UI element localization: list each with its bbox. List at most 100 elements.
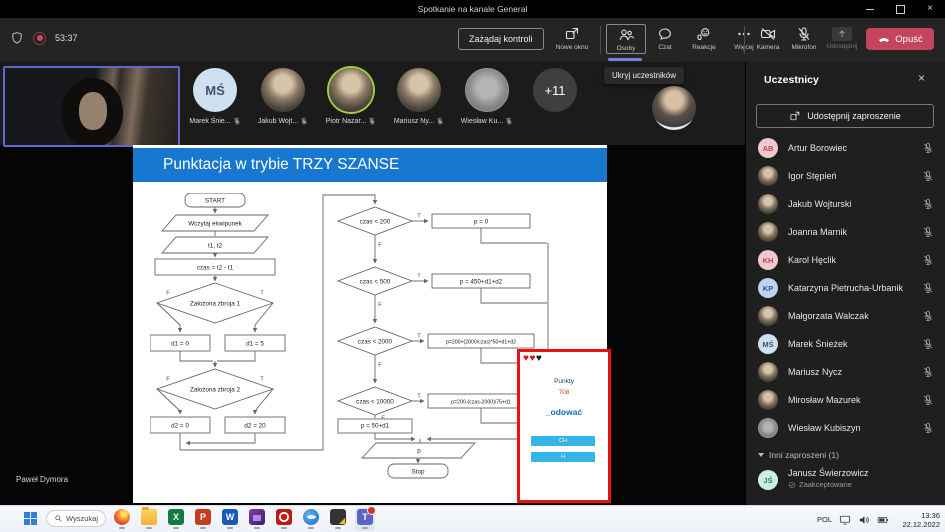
participant-thumbnail-name: Wiesław Ku... [461, 118, 503, 125]
running-indicator [227, 527, 233, 529]
svg-text:p = 50+d1: p = 50+d1 [361, 423, 390, 430]
thumbnail-jakub-wojturski[interactable]: Jakub Wojt... [251, 68, 315, 125]
toolbar-divider [600, 26, 601, 54]
request-control-button[interactable]: Zażądaj kontroli [458, 28, 544, 50]
running-indicator [335, 527, 341, 529]
taskbar-firefox-icon[interactable] [112, 508, 132, 531]
new-window-button[interactable]: Nowe okno [550, 24, 594, 51]
thumbnail-wieslaw-kubiszyn[interactable]: Wiesław Ku... [455, 68, 519, 125]
taskbar-powerpoint-icon[interactable]: P [193, 508, 213, 531]
svg-text:czas < 2000: czas < 2000 [358, 339, 393, 346]
svg-text:Założona zbroja 2: Założona zbroja 2 [190, 387, 241, 394]
people-button[interactable]: Osoby [606, 24, 646, 54]
svg-text:czas < 200: czas < 200 [360, 219, 391, 226]
meeting-stage: MŚ Marek Śnie... Jakub Wojt... [0, 62, 745, 505]
participant-mariusz-nycz[interactable]: Mariusz Nycz [746, 358, 945, 386]
mic-muted-icon [922, 198, 934, 210]
app-icon: X [168, 509, 184, 525]
date: 22.12.2022 [896, 520, 940, 529]
maximize-button[interactable] [885, 0, 915, 18]
taskbar-explorer-icon[interactable] [139, 508, 159, 531]
participant-jakub-wojturski[interactable]: Jakub Wojturski [746, 190, 945, 218]
app-icon: T [357, 509, 373, 525]
taskbar-teams-icon[interactable]: T [355, 508, 375, 531]
svg-text:F: F [378, 303, 382, 309]
taskbar-word-icon[interactable]: W [220, 508, 240, 531]
participant-avatar: JŚ [758, 470, 778, 490]
panel-close-icon[interactable]: × [918, 71, 925, 85]
participant-thumbnails: MŚ Marek Śnie... Jakub Wojt... [183, 68, 587, 125]
share-invite-button[interactable]: Udostępnij zaproszenie [756, 104, 934, 128]
taskbar-thunderbird-icon[interactable] [301, 508, 321, 531]
battery-icon[interactable] [877, 514, 889, 526]
thumbnail-overflow-count[interactable]: +11 [523, 68, 587, 125]
network-icon[interactable] [839, 514, 851, 526]
participant-status: Zaakceptowane [788, 480, 869, 489]
participant-avatar-large[interactable] [652, 86, 696, 130]
taskbar-excel-icon[interactable]: X [166, 508, 186, 531]
taskbar-acrobat-icon[interactable] [274, 508, 294, 531]
participant-artur-borowiec[interactable]: AB Artur Borowiec [746, 134, 945, 162]
svg-text:p=200-(czas-2000)/75+d1: p=200-(czas-2000)/75+d1 [451, 399, 511, 405]
participant-wieslaw-kubiszyn[interactable]: Wiesław Kubiszyn [746, 414, 945, 442]
recording-indicator-icon [33, 32, 46, 45]
participant-karol-heclik[interactable]: KH Karol Hęclik [746, 246, 945, 274]
participant-joanna-marnik[interactable]: Joanna Marnik [746, 218, 945, 246]
participant-name: Karol Hęclik [788, 255, 912, 265]
windows-taskbar: Wyszukaj X P [0, 505, 945, 532]
minimize-button[interactable] [855, 0, 885, 18]
participant-avatar: +11 [533, 68, 577, 112]
participant-miroslaw-mazurek[interactable]: Mirosław Mazurek [746, 386, 945, 414]
participant-name: Mirosław Mazurek [788, 395, 912, 405]
participant-katarzyna-pietrucha-urbanik[interactable]: KP Katarzyna Pietrucha-Urbanik [746, 274, 945, 302]
language-indicator[interactable]: POL [817, 515, 832, 524]
thumbnail-mariusz-nycz[interactable]: Mariusz Ny... [387, 68, 451, 125]
participant-list: AB Artur Borowiec Igor Stępień Jakub Woj… [746, 134, 945, 442]
svg-text:T: T [260, 377, 264, 383]
microphone-button[interactable]: Mikrofon [786, 24, 822, 51]
svg-text:T: T [260, 291, 264, 297]
leave-button[interactable]: Opuść [866, 28, 934, 50]
game-link[interactable]: _odować [520, 407, 608, 417]
running-indicator [200, 527, 206, 529]
game-button-2[interactable]: H [531, 452, 595, 462]
minimize-icon [866, 9, 874, 10]
participant-thumbnail-name: Piotr Nazar... [326, 118, 366, 125]
lives-hearts: ♥♥♥ [523, 353, 542, 364]
clock[interactable]: 13:36 22.12.2022 [896, 511, 940, 529]
participant-marek-sniezek[interactable]: MŚ Marek Śnieżek [746, 330, 945, 358]
taskbar-search[interactable]: Wyszukaj [46, 510, 106, 527]
invited-participant-row[interactable]: JŚ Janusz Świerzowicz Zaakceptowane [746, 464, 945, 494]
panel-title: Uczestnicy [764, 74, 819, 86]
thumbnail-marek-sniezek[interactable]: MŚ Marek Śnie... [183, 68, 247, 125]
flowchart-diagram: START Wczytaj ekwipunek t1, t2 czas = t2… [150, 193, 570, 493]
participant-igor-stepien[interactable]: Igor Stępień [746, 162, 945, 190]
reactions-button[interactable]: Reakcje [684, 24, 724, 51]
slide-title: Punktacja w trybie TRZY SZANSE [133, 148, 607, 182]
hide-participants-tooltip: Ukryj uczestników [604, 67, 684, 84]
taskbar-purple-app-icon[interactable] [247, 508, 267, 531]
svg-text:t1, t2: t1, t2 [208, 243, 222, 250]
start-button[interactable] [24, 512, 38, 526]
svg-text:T: T [417, 394, 421, 400]
participant-name: Artur Borowiec [788, 143, 912, 153]
close-button[interactable]: × [915, 0, 945, 18]
chat-icon [657, 26, 673, 42]
speaker-icon[interactable] [858, 514, 870, 526]
chat-button[interactable]: Czat [648, 24, 682, 51]
running-indicator [308, 527, 314, 529]
self-video-tile[interactable] [3, 66, 180, 147]
toolbar-divider [744, 26, 745, 54]
camera-button[interactable]: Kamera [750, 24, 786, 51]
participant-avatar [465, 68, 509, 112]
thumbnail-piotr-nazarko[interactable]: Piotr Nazar... [319, 68, 383, 125]
participant-malgorzata-walczak[interactable]: Małgorzata Walczak [746, 302, 945, 330]
other-invited-section[interactable]: Inni zaproszeni (1) [746, 446, 945, 464]
mic-muted-icon [922, 338, 934, 350]
taskbar-notes-app-icon[interactable] [328, 508, 348, 531]
share-button[interactable]: Udostępnij [822, 24, 862, 50]
participant-avatar [758, 306, 778, 326]
participant-name: Małgorzata Walczak [788, 311, 912, 321]
game-button-1[interactable]: CH [531, 436, 595, 446]
time: 13:36 [896, 511, 940, 520]
